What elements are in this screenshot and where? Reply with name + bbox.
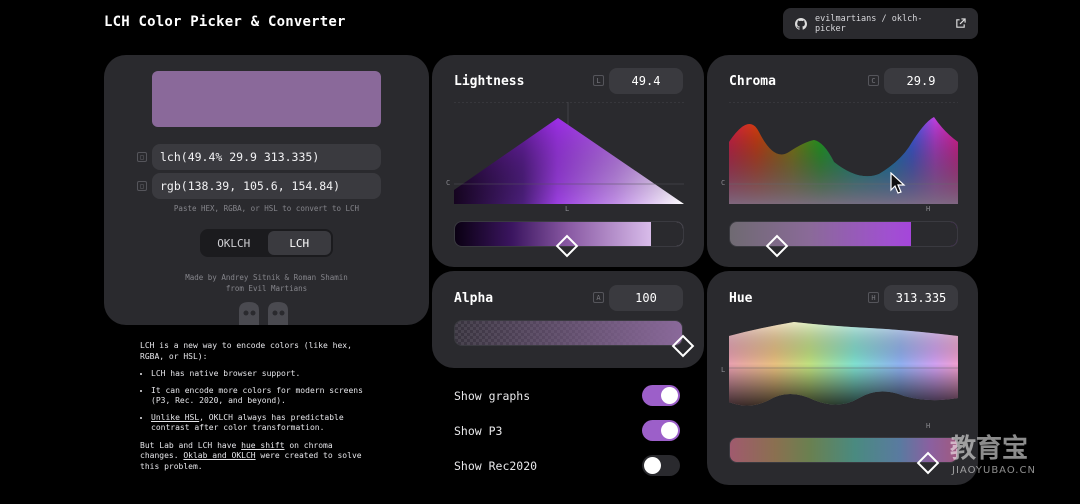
mouse-cursor-icon [890,172,906,194]
mode-option-lch[interactable]: LCH [267,231,331,255]
info-bullet-1: LCH has native browser support. [151,369,372,380]
evil-martians-logo-icon [239,302,288,325]
info-bullet-3-mid: , OKLCH [199,412,238,422]
chroma-key-icon: C [868,75,879,86]
paste-hint: Paste HEX, RGBA, or HSL to convert to LC… [173,204,360,213]
show-rec2020-label: Show Rec2020 [454,459,538,473]
show-graphs-label: Show graphs [454,389,531,403]
hue-axis-y: L [721,366,726,374]
rgb-code-text: rgb(138.39, 105.6, 154.84) [160,179,341,193]
rgb-code-input[interactable]: rgb(138.39, 105.6, 154.84) [152,173,381,199]
unlike-hsl-link[interactable]: Unlike HSL [151,413,199,422]
repo-link-text: evilmartians / oklch-picker [815,13,923,34]
mode-toggle: OKLCH LCH [200,229,333,257]
page-title: LCH Color Picker & Converter [104,14,346,30]
chroma-value-input[interactable]: 29.9 [884,68,958,94]
lightness-axis-y: C [446,179,451,187]
github-repo-link[interactable]: evilmartians / oklch-picker [783,8,978,39]
hue-value-input[interactable]: 313.335 [884,285,958,311]
github-icon [795,17,807,30]
show-p3-switch[interactable] [642,420,680,441]
lightness-graph[interactable] [454,102,684,204]
hue-key-icon: H [868,292,879,303]
lightness-value-input[interactable]: 49.4 [609,68,683,94]
alpha-label: Alpha [454,291,494,306]
lch-code-input[interactable]: lch(49.4% 29.9 313.335) [152,144,381,170]
info-outro: But Lab and LCH have hue shift on chroma… [140,441,372,473]
chroma-graph[interactable] [729,102,958,204]
hue-shift-link[interactable]: hue shift [241,441,284,450]
chroma-axis-y: C [721,179,726,187]
chroma-label: Chroma [729,74,776,89]
info-bullet-3: Unlike HSL, OKLCH always has predictable… [151,413,372,434]
copy-lch-icon[interactable]: □ [137,152,147,162]
external-link-icon [956,18,966,28]
info-intro: LCH is a new way to encode colors (like … [140,341,352,361]
info-list: LCH has native browser support. It can e… [140,369,372,434]
lch-info-text: LCH is a new way to encode colors (like … [140,341,372,479]
credits-line-1: Made by Andrey Sitnik & Roman Shamin [185,273,348,282]
info-outro-a: But Lab and LCH have [140,440,242,450]
color-swatch [152,71,381,127]
watermark-en: JIAOYUBAO.CN [952,465,1036,476]
mode-option-oklch[interactable]: OKLCH [202,231,266,255]
lightness-axis-x: L [565,205,570,213]
lightness-label: Lightness [454,74,525,89]
chroma-slider[interactable] [729,221,958,247]
show-p3-label: Show P3 [454,424,503,438]
chroma-axis-x: H [926,205,931,213]
info-bullet-2: It can encode more colors for modern scr… [151,386,372,407]
alpha-key-icon: A [593,292,604,303]
watermark-cn: 教育宝 [950,434,1029,464]
show-rec2020-switch[interactable] [642,455,680,476]
hue-label: Hue [729,291,753,306]
show-graphs-switch[interactable] [642,385,680,406]
hue-graph[interactable] [729,318,958,422]
lch-code-text: lch(49.4% 29.9 313.335) [160,150,320,164]
lightness-key-icon: L [593,75,604,86]
alpha-value-input[interactable]: 100 [609,285,683,311]
credits-line-2: from Evil Martians [225,284,308,293]
oklab-oklch-link[interactable]: Oklab and OKLCH [183,451,255,460]
alpha-slider[interactable] [454,320,683,346]
hue-axis-x: H [926,422,931,430]
copy-rgb-icon[interactable]: □ [137,181,147,191]
